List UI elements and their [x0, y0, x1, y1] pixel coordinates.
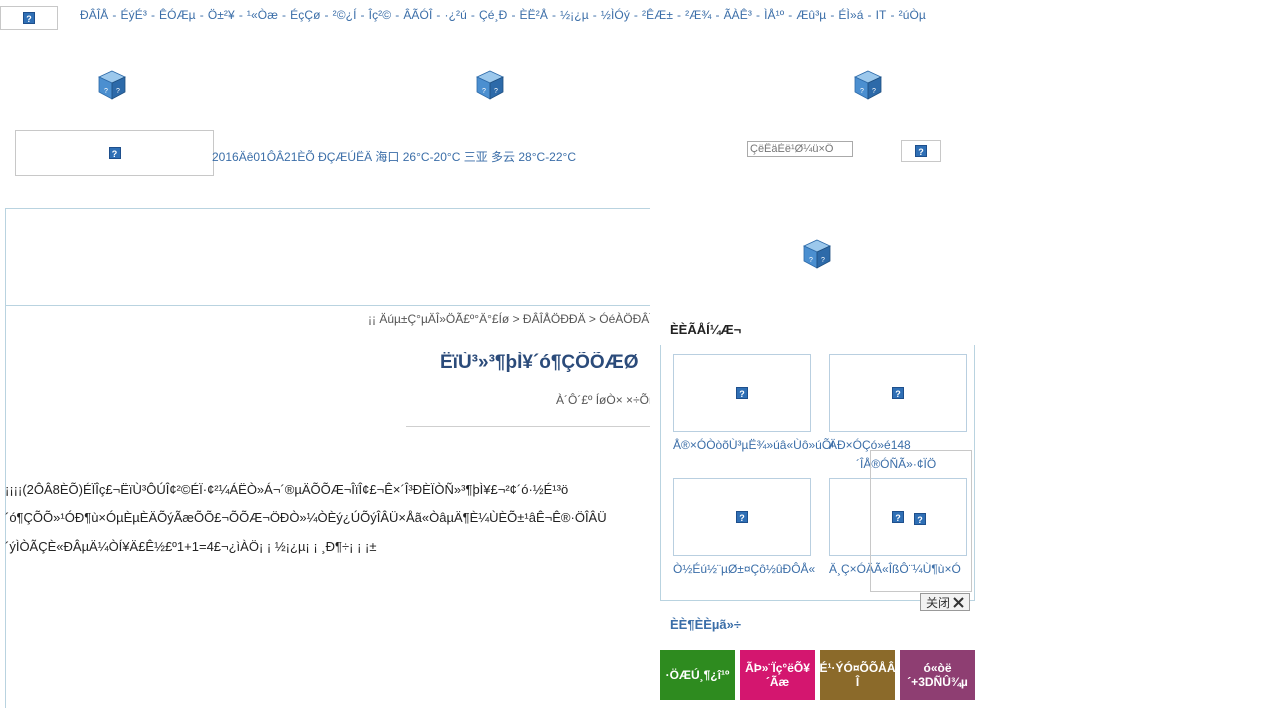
- logo-image: ?: [0, 6, 58, 30]
- svg-text:?: ?: [116, 88, 120, 95]
- nav-separator: -: [238, 8, 243, 22]
- nav-separator: -: [633, 8, 639, 22]
- nav-link[interactable]: Çé¸Ð: [479, 8, 507, 22]
- tile-label: ´+3DÑÛ¾µ: [907, 675, 968, 689]
- nav-link[interactable]: ÉÌ»á: [838, 8, 863, 22]
- broken-image-icon: ?: [914, 513, 926, 525]
- nav-separator: -: [551, 8, 557, 22]
- article-paragraph-line: ´ó¶ÇÕÕ»¹ÓÐ¶ù×ÓµÈµÈÄÕýÃæÕÕ£¬ÕÕÆ¬ÖÐÒ»¼ÒÈý¿…: [5, 510, 607, 525]
- promo-tile[interactable]: É¹·ÝÓ¤ÕÕÅÂ Î: [820, 650, 895, 700]
- nav-link[interactable]: ½¡¿µ: [560, 8, 589, 22]
- nav-separator: -: [511, 8, 516, 22]
- popup-ad: ?: [870, 450, 972, 592]
- nav-separator: -: [890, 8, 895, 22]
- nav-link[interactable]: ²úÒµ: [899, 8, 926, 22]
- broken-image-icon: ?: [915, 145, 927, 157]
- tile-label: ·ÖÆÚ¸¶¿î¹º: [665, 668, 730, 682]
- tile-label: É¹·ÝÓ¤ÕÕÅÂ: [820, 661, 895, 675]
- divider: [5, 305, 650, 306]
- nav-separator: -: [360, 8, 365, 22]
- svg-text:?: ?: [809, 257, 813, 264]
- promo-tile[interactable]: ·ÖÆÚ¸¶¿î¹º: [660, 650, 735, 700]
- broken-image-icon: ?: [736, 387, 748, 399]
- thumbnail-image[interactable]: ?: [829, 354, 967, 432]
- nav-link[interactable]: ½ÌÓý: [601, 8, 630, 22]
- nav-separator: -: [470, 8, 476, 22]
- nav-separator: -: [788, 8, 793, 22]
- nav-link[interactable]: Ö±²¥: [208, 8, 235, 22]
- nav-link[interactable]: ÌÅ¹º: [764, 8, 784, 22]
- banner-image: ?: [15, 130, 214, 176]
- plugin-cube-icon: ? ?: [98, 70, 126, 100]
- date-weather-text: 2016Äê01ÔÂ21ÈÕ ÐÇÆÚËÄ 海口 26°C-20°C 三亚 多云…: [212, 150, 576, 164]
- search-button[interactable]: ?: [901, 140, 941, 162]
- nav-link[interactable]: ÉýÉ³: [121, 8, 147, 22]
- plugin-cube-icon: ? ?: [803, 239, 831, 269]
- svg-text:?: ?: [860, 88, 864, 95]
- nav-separator: -: [282, 8, 287, 22]
- svg-text:?: ?: [494, 88, 498, 95]
- plugin-cube-icon: ? ?: [854, 70, 882, 100]
- svg-text:?: ?: [872, 88, 876, 95]
- article-meta: À´Ô´£º ÍøÒ× ×÷Õß: [556, 393, 650, 407]
- nav-separator: -: [436, 8, 441, 22]
- tile-label: ´Ãæ: [765, 675, 790, 689]
- nav-link[interactable]: ²©¿Í: [333, 8, 357, 22]
- hot-clicks-title: ÈÈ¶ÈÈµã»÷: [670, 617, 741, 632]
- tile-label: Î: [855, 675, 860, 689]
- close-popup-button[interactable]: 关闭: [920, 593, 970, 611]
- nav-link[interactable]: ¹«Òæ: [247, 8, 278, 22]
- tile-label: ÃÞ»¨Ïç°ëÕ¥: [745, 661, 810, 675]
- nav-separator: -: [199, 8, 204, 22]
- nav-link[interactable]: ÊÓÆµ: [159, 8, 196, 22]
- divider: [406, 426, 650, 427]
- broken-image-icon: ?: [736, 511, 748, 523]
- breadcrumb: ¡¡ Äúµ±Ç°µÄÎ»ÖÃ£º°Ä°£Íø > ÐÂÎÅÖÐÐÄ > ÓéÀ…: [368, 312, 650, 326]
- nav-link[interactable]: ·¿²ú: [445, 8, 467, 22]
- nav-separator: -: [755, 8, 761, 22]
- broken-image-icon: ?: [108, 147, 121, 159]
- promo-tile[interactable]: ÃÞ»¨Ïç°ëÕ¥ ´Ãæ: [740, 650, 815, 700]
- article-paragraph-line: ´ýÌÒÃÇÈ«ÐÂµÄ¼ÒÍ¥Ä£Ê½£º1+1=4£¬¿ìÀÖ¡ ¡ ½¡¿…: [5, 539, 377, 554]
- close-icon: [953, 596, 964, 608]
- nav-separator: -: [324, 8, 329, 22]
- nav-link[interactable]: ÐÂÎÅ: [80, 8, 108, 22]
- nav-link[interactable]: ²Æ¾: [685, 8, 711, 22]
- broken-image-icon: ?: [892, 387, 904, 399]
- top-nav: ÐÂÎÅ - ÉýÉ³ - ÊÓÆµ - Ö±²¥ - ¹«Òæ - ÉçÇø - ²©¿Í - Îç²© -…: [80, 8, 926, 22]
- nav-separator: -: [395, 8, 400, 22]
- promo-tile[interactable]: ó«òë ´+3DÑÛ¾µ: [900, 650, 975, 700]
- article-frame: [5, 208, 650, 708]
- close-label: 关闭: [925, 595, 950, 610]
- nav-link[interactable]: ÈË²Å: [520, 8, 548, 22]
- svg-text:?: ?: [821, 257, 825, 264]
- nav-link[interactable]: ²ÊÆ±: [642, 8, 673, 22]
- nav-separator: -: [112, 8, 117, 22]
- nav-separator: -: [830, 8, 835, 22]
- thumbnail-caption[interactable]: Å®×ÓÒòõÙ³µË¾»úâ«Ùô»úÕÇÎÑËÀ: [673, 438, 833, 452]
- svg-text:?: ?: [482, 88, 486, 95]
- thumbnail-image[interactable]: ?: [673, 478, 811, 556]
- thumbnail-caption[interactable]: Ò½Éú½¨µØ±¤Çô½ûÐÔÅ«: [673, 562, 815, 576]
- nav-separator: -: [677, 8, 682, 22]
- hot-pictures-title: ÈÈÃÅÍ¼Æ¬: [670, 322, 742, 337]
- nav-link[interactable]: ÂÃÓÎ: [403, 8, 432, 22]
- nav-link[interactable]: Îç²©: [369, 8, 392, 22]
- search-input[interactable]: [747, 141, 853, 157]
- svg-text:?: ?: [104, 88, 108, 95]
- tile-label: ó«òë: [923, 661, 952, 675]
- nav-separator: -: [150, 8, 156, 22]
- nav-separator: -: [867, 8, 872, 22]
- thumbnail-image[interactable]: ?: [673, 354, 811, 432]
- nav-link[interactable]: ÉçÇø: [290, 8, 320, 22]
- nav-separator: -: [592, 8, 597, 22]
- nav-link[interactable]: IT: [876, 8, 887, 22]
- article-paragraph-line: ¡¡¡¡(2ÔÂ8ÈÕ)ÉÏÎç£¬ËïÙ³ÔÚÎ¢²©ÉÏ·¢²¼ÁËÒ»Á¬…: [5, 482, 569, 497]
- nav-separator: -: [715, 8, 720, 22]
- nav-link[interactable]: ÃÀÊ³: [724, 8, 752, 22]
- article-title: ËïÙ³»³¶þÌ¥´ó¶ÇÕÕÆØ: [440, 352, 639, 373]
- broken-image-icon: ?: [23, 12, 35, 24]
- nav-link[interactable]: Æû³µ: [796, 8, 826, 22]
- plugin-cube-icon: ? ?: [476, 70, 504, 100]
